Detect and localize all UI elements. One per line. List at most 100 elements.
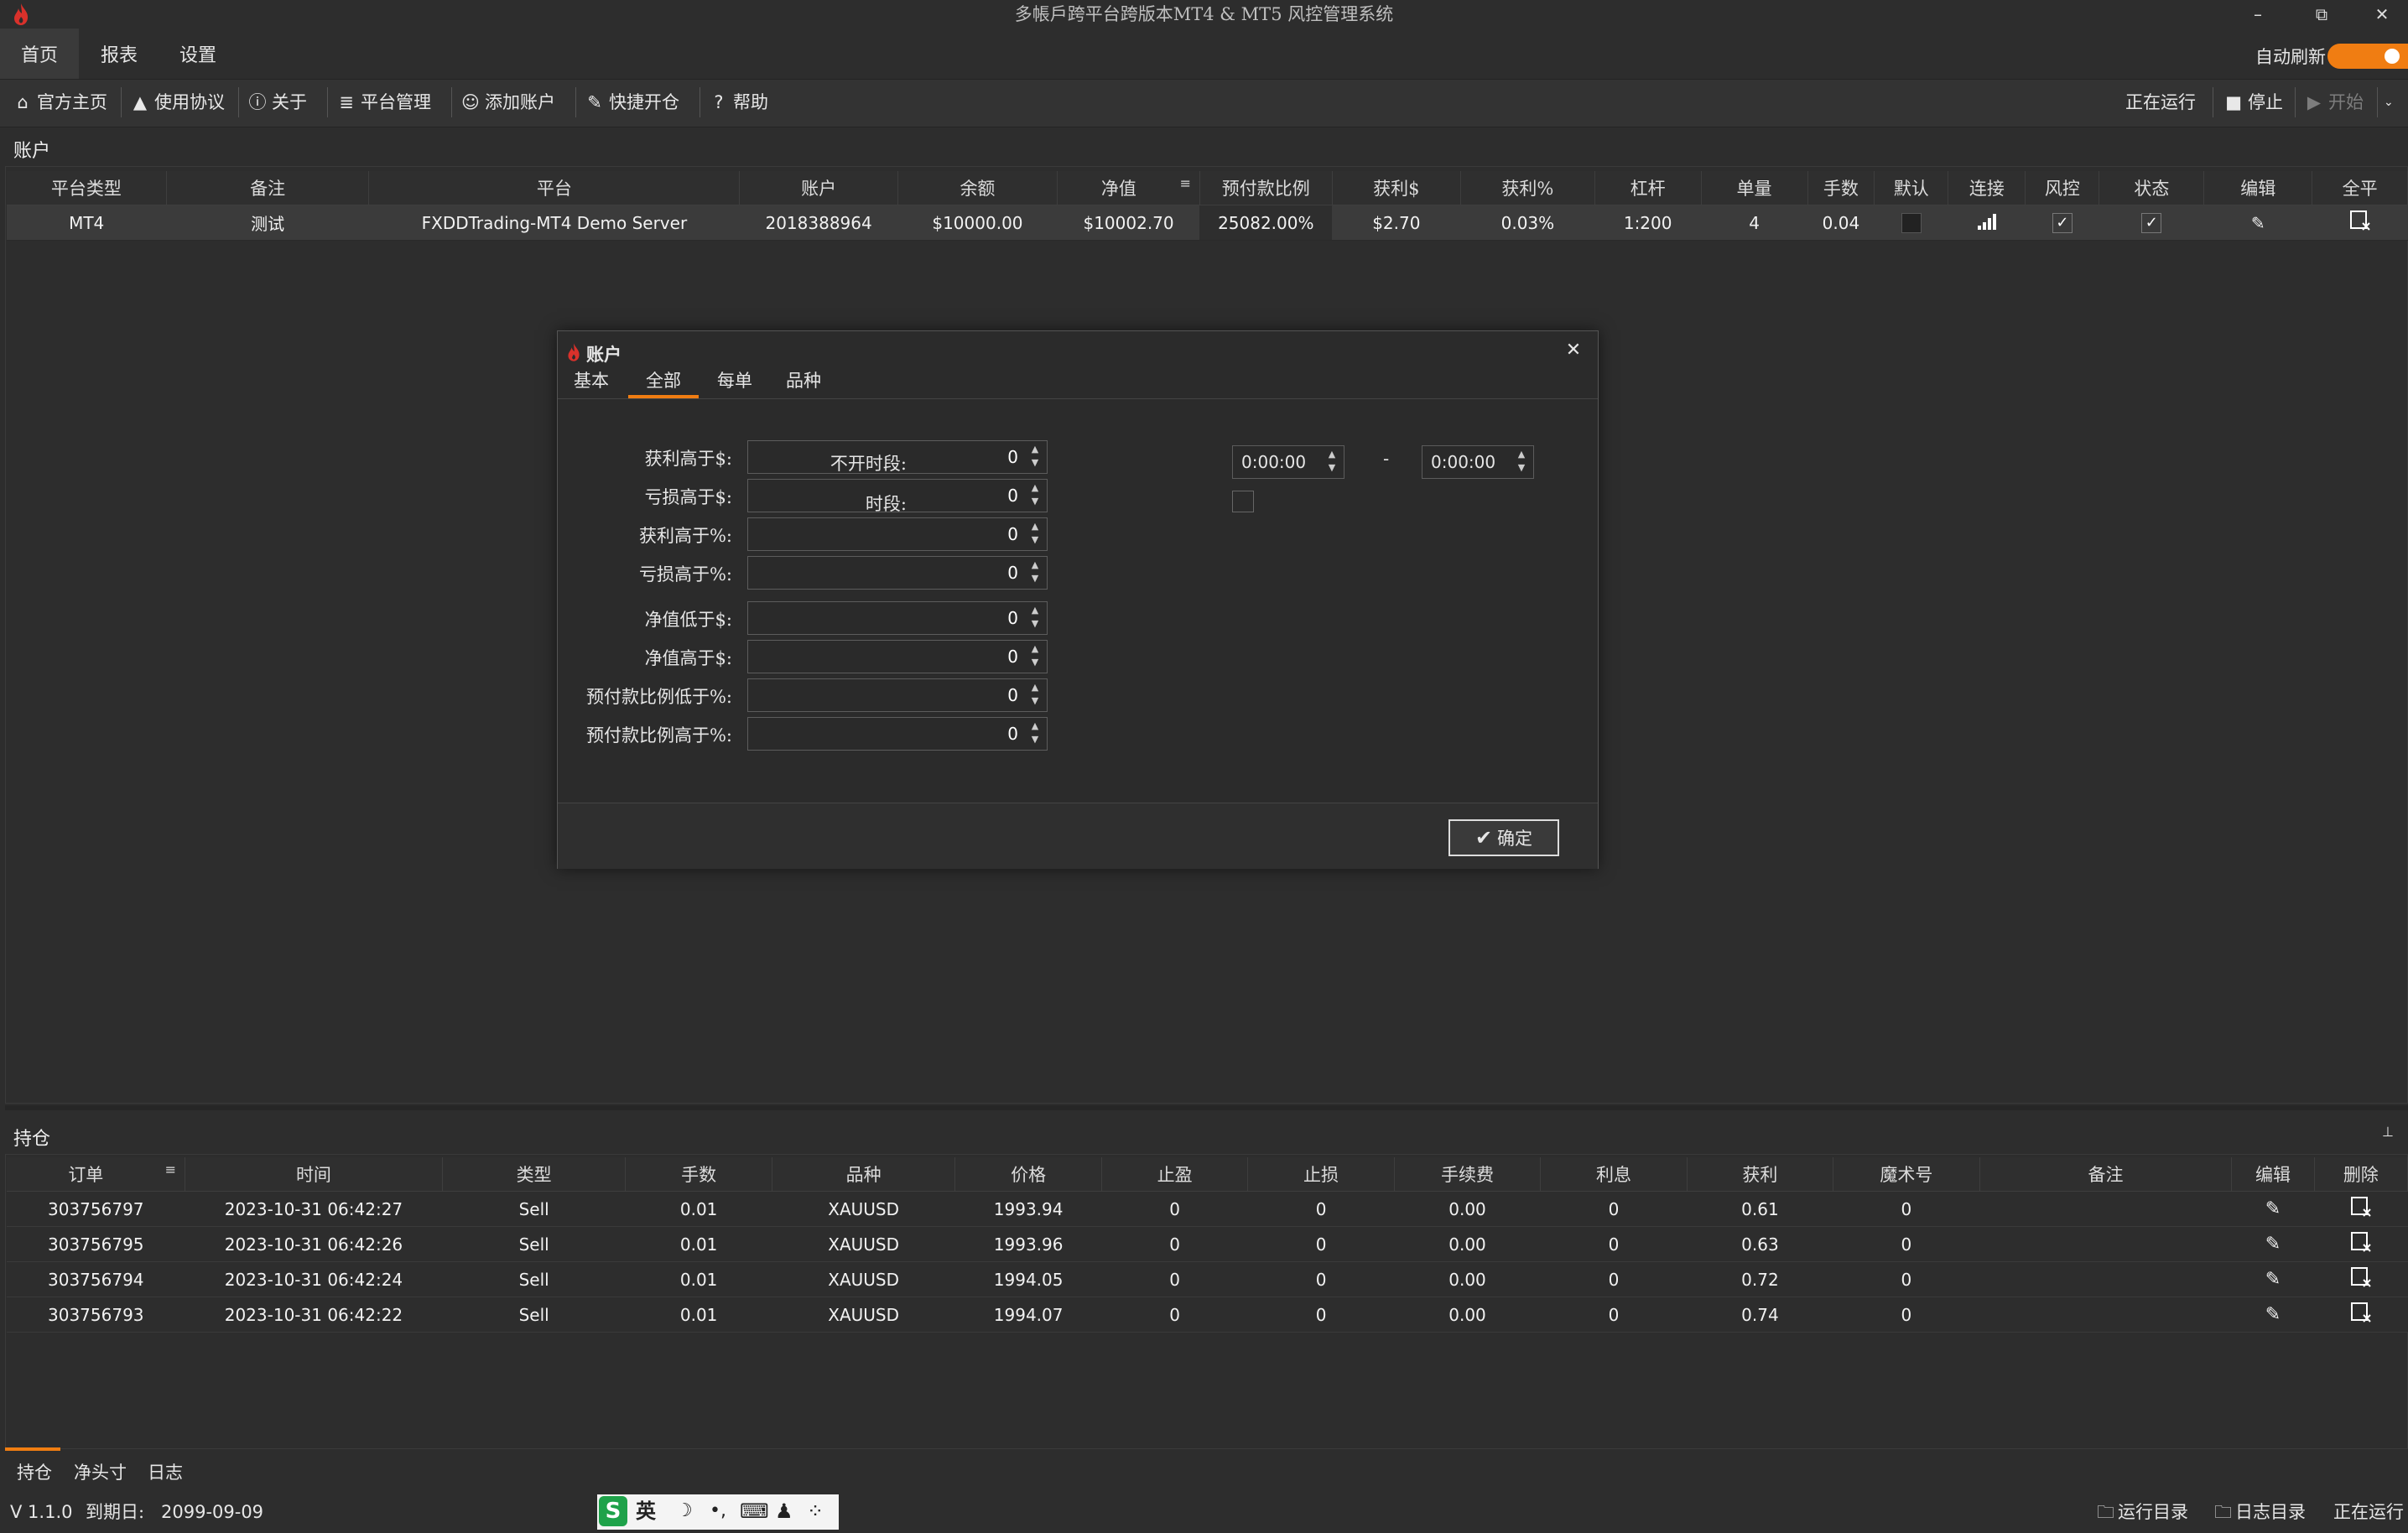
toolbar-platform-button[interactable]: ≣ 平台管理 [335,79,431,126]
pencil-icon[interactable]: ✎ [2265,1269,2281,1290]
equity-above-usd-input[interactable]: 0 ▲ ▼ [747,640,1048,673]
delete-icon[interactable] [2350,1231,2372,1257]
delete-icon[interactable] [2350,1196,2372,1222]
toolbar-overflow-icon[interactable]: ⌄ [2384,79,2394,126]
position-row[interactable]: 303756793 2023-10-31 06:42:22 Sell 0.01 XAUU… [7,1297,2408,1333]
pencil-icon[interactable]: ✎ [2265,1234,2281,1255]
ime-punct-icon[interactable]: •, [710,1496,726,1526]
loss-above-pct-input[interactable]: 0 ▲ ▼ [747,556,1048,590]
column-header[interactable]: 净值 ≡ [1057,171,1200,205]
ime-user-icon[interactable]: ♟ [775,1496,793,1526]
delete-icon[interactable] [2350,1266,2372,1292]
toolbar-agreement-button[interactable]: ▲ 使用协议 [129,79,225,126]
spin-arrows-icon[interactable]: ▲ ▼ [1028,443,1042,470]
column-header[interactable]: 编辑 [2231,1157,2315,1192]
pencil-icon[interactable]: ✎ [2265,1198,2281,1219]
log-dir-button[interactable]: 🗀 日志目录 [2214,1491,2306,1530]
column-header[interactable]: 删除 [2314,1157,2408,1192]
ime-logo-icon[interactable]: S [599,1496,627,1526]
column-header[interactable]: 风控 [2025,171,2100,205]
restore-button[interactable]: ⧉ [2296,0,2347,29]
column-header[interactable]: 品种 [772,1157,956,1192]
pencil-icon[interactable]: ✎ [2265,1304,2281,1325]
delete-icon[interactable] [2350,1302,2372,1328]
position-row[interactable]: 303756795 2023-10-31 06:42:26 Sell 0.01 XAUU… [7,1226,2408,1262]
column-header[interactable]: 平台类型 [7,171,167,205]
column-header[interactable]: 备注 [1979,1157,2233,1192]
column-header[interactable]: 获利% [1460,171,1595,205]
column-header[interactable]: 类型 [442,1157,627,1192]
stop-button[interactable]: ■ 停止 [2223,79,2283,126]
ime-moon-icon[interactable]: ☽ [676,1496,693,1526]
column-header[interactable]: 备注 [166,171,370,205]
column-header[interactable]: 手续费 [1394,1157,1542,1192]
column-header[interactable]: 止盈 [1101,1157,1249,1192]
ime-keyboard-icon[interactable]: ⌨ [740,1496,769,1526]
menu-reports[interactable]: 报表 [81,29,158,79]
column-header[interactable]: 状态 [2099,171,2205,205]
period-start-input[interactable]: 0:00:00 ▲ ▼ [1232,445,1344,479]
column-header[interactable]: 价格 [954,1157,1102,1192]
toolbar-quick-order-button[interactable]: ✎ 快捷开仓 [584,79,679,126]
spin-arrows-icon[interactable]: ▲ ▼ [1028,681,1042,708]
margin-ratio-below-input[interactable]: 0 ▲ ▼ [747,678,1048,712]
status-checkbox[interactable]: ✓ [2141,213,2162,234]
column-header[interactable]: 全平 [2312,171,2408,205]
ime-apps-icon[interactable]: ⁘ [807,1496,824,1526]
risk-control-checkbox[interactable]: ✓ [2052,213,2073,234]
column-header[interactable]: 手数 [625,1157,772,1192]
toolbar-help-button[interactable]: ? 帮助 [708,79,768,126]
column-header[interactable]: 默认 [1874,171,1949,205]
margin-ratio-above-input[interactable]: 0 ▲ ▼ [747,717,1048,751]
panel-splitter[interactable] [5,1105,2408,1110]
period-checkbox[interactable] [1232,491,1254,512]
toolbar-about-button[interactable]: ⓘ 关于 [247,79,308,126]
period-end-input[interactable]: 0:00:00 ▲ ▼ [1422,445,1534,479]
account-row[interactable]: MT4 测试 FXDDTrading-MT4 Demo Server 20183… [7,205,2408,241]
filter-icon[interactable]: ≡ [1180,175,1191,191]
column-header[interactable]: 连接 [1948,171,2026,205]
tab-positions[interactable]: 持仓 [17,1459,52,1484]
spin-arrows-icon[interactable]: ▲ ▼ [1028,520,1042,547]
toolbar-home-button[interactable]: ⌂ 官方主页 [12,79,107,126]
column-header[interactable]: 单量 [1701,171,1808,205]
tab-net-position[interactable]: 净头寸 [74,1459,127,1484]
column-header[interactable]: 手数 [1807,171,1875,205]
pencil-icon[interactable]: ✎ [2251,213,2265,233]
filter-icon[interactable]: ≡ [165,1161,176,1177]
close-button[interactable]: ✕ [2357,0,2407,29]
pin-icon[interactable]: ⊥ [2382,1124,2394,1140]
profit-above-pct-input[interactable]: 0 ▲ ▼ [747,517,1048,551]
column-header[interactable]: 预付款比例 [1199,171,1333,205]
column-header[interactable]: 订单 ≡ [7,1157,186,1192]
toolbar-add-account-button[interactable]: ☺ 添加账户 [460,79,555,126]
column-header[interactable]: 获利$ [1332,171,1462,205]
close-all-icon[interactable] [2349,210,2371,236]
ime-lang-toggle[interactable]: 英 [636,1496,656,1526]
spin-arrows-icon[interactable]: ▲ ▼ [1028,642,1042,669]
ok-button[interactable]: ✔ 确定 [1448,819,1559,856]
column-header[interactable]: 利息 [1540,1157,1688,1192]
spin-arrows-icon[interactable]: ▲ ▼ [1028,604,1042,631]
tab-basic[interactable]: 基本 [564,366,618,395]
column-header[interactable]: 获利 [1687,1157,1834,1192]
spin-arrows-icon[interactable]: ▲ ▼ [1028,481,1042,508]
column-header[interactable]: 平台 [368,171,741,205]
position-row[interactable]: 303756797 2023-10-31 06:42:27 Sell 0.01 XAUU… [7,1191,2408,1227]
column-header[interactable]: 账户 [739,171,898,205]
column-header[interactable]: 编辑 [2203,171,2313,205]
dialog-close-button[interactable]: ✕ [1561,338,1586,363]
position-row[interactable]: 303756794 2023-10-31 06:42:24 Sell 0.01 XAUU… [7,1261,2408,1297]
column-header[interactable]: 时间 [185,1157,443,1192]
spin-arrows-icon[interactable]: ▲ ▼ [1325,448,1339,475]
tab-per-order[interactable]: 每单 [705,366,764,395]
column-header[interactable]: 止损 [1247,1157,1395,1192]
tab-all[interactable]: 全部 [628,366,699,398]
column-header[interactable]: 杠杆 [1594,171,1702,205]
menu-settings[interactable]: 设置 [159,29,237,79]
spin-arrows-icon[interactable]: ▲ ▼ [1515,448,1528,475]
equity-below-usd-input[interactable]: 0 ▲ ▼ [747,601,1048,635]
run-dir-button[interactable]: 🗀 运行目录 [2097,1491,2188,1530]
default-checkbox[interactable] [1901,213,1922,234]
spin-arrows-icon[interactable]: ▲ ▼ [1028,559,1042,585]
